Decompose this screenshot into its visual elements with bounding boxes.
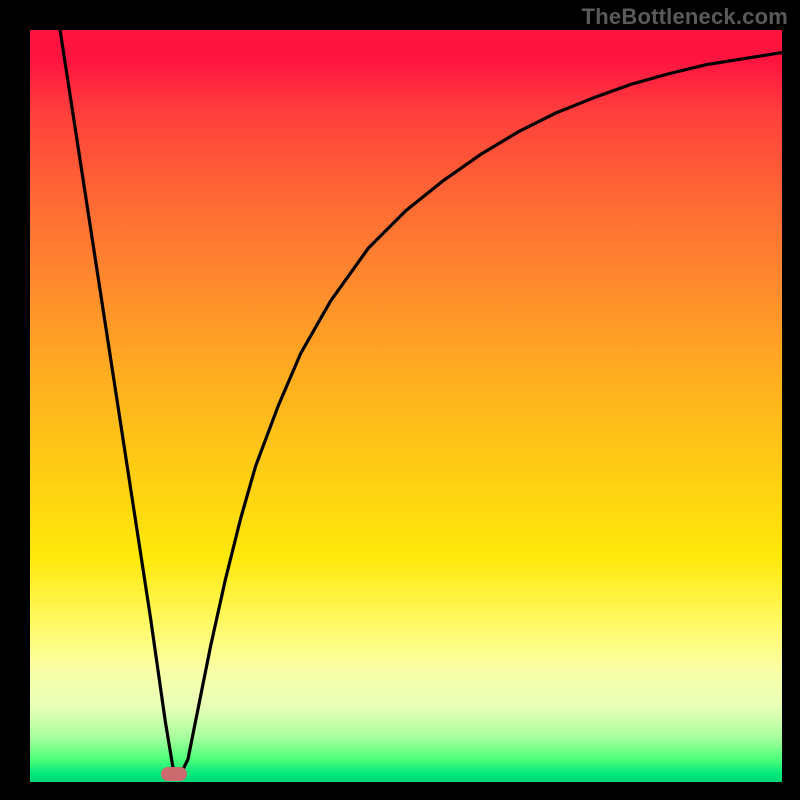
bottleneck-curve <box>30 30 782 782</box>
watermark-text: TheBottleneck.com <box>582 4 788 30</box>
minimum-marker <box>161 767 187 781</box>
chart-frame: TheBottleneck.com <box>0 0 800 800</box>
